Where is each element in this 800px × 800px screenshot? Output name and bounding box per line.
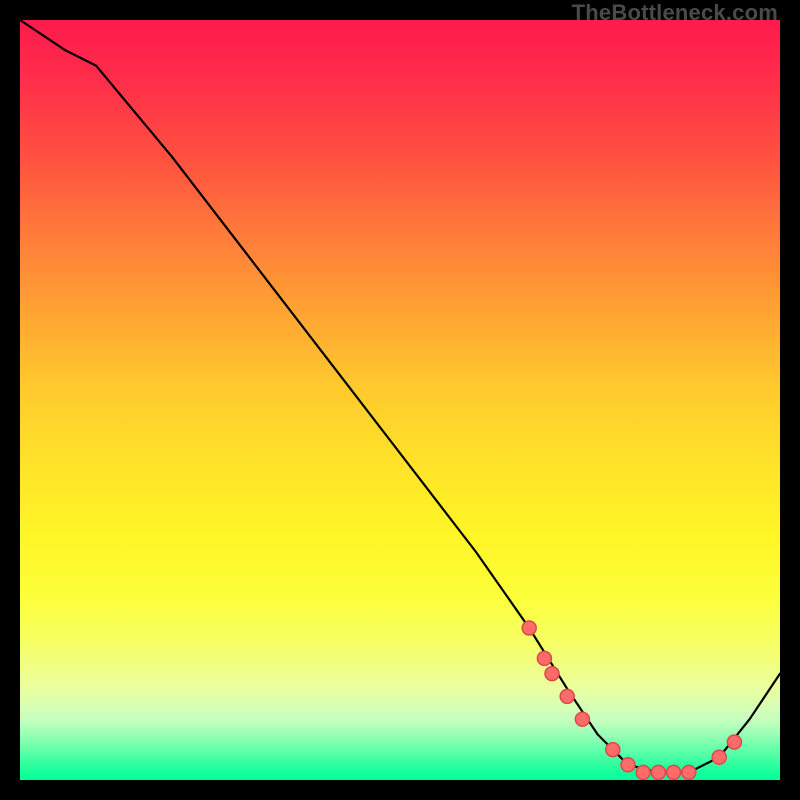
plot-area bbox=[20, 20, 780, 780]
marker-group bbox=[522, 621, 741, 779]
marker-dot bbox=[651, 765, 665, 779]
marker-dot bbox=[727, 735, 741, 749]
marker-dot bbox=[636, 765, 650, 779]
marker-dot bbox=[682, 765, 696, 779]
chart-frame: TheBottleneck.com bbox=[0, 0, 800, 800]
marker-dot bbox=[537, 651, 551, 665]
bottleneck-curve bbox=[20, 20, 780, 772]
marker-dot bbox=[667, 765, 681, 779]
curve-svg bbox=[20, 20, 780, 780]
marker-dot bbox=[575, 712, 589, 726]
marker-dot bbox=[621, 758, 635, 772]
marker-dot bbox=[560, 689, 574, 703]
marker-dot bbox=[522, 621, 536, 635]
marker-dot bbox=[712, 750, 726, 764]
marker-dot bbox=[606, 743, 620, 757]
marker-dot bbox=[545, 667, 559, 681]
